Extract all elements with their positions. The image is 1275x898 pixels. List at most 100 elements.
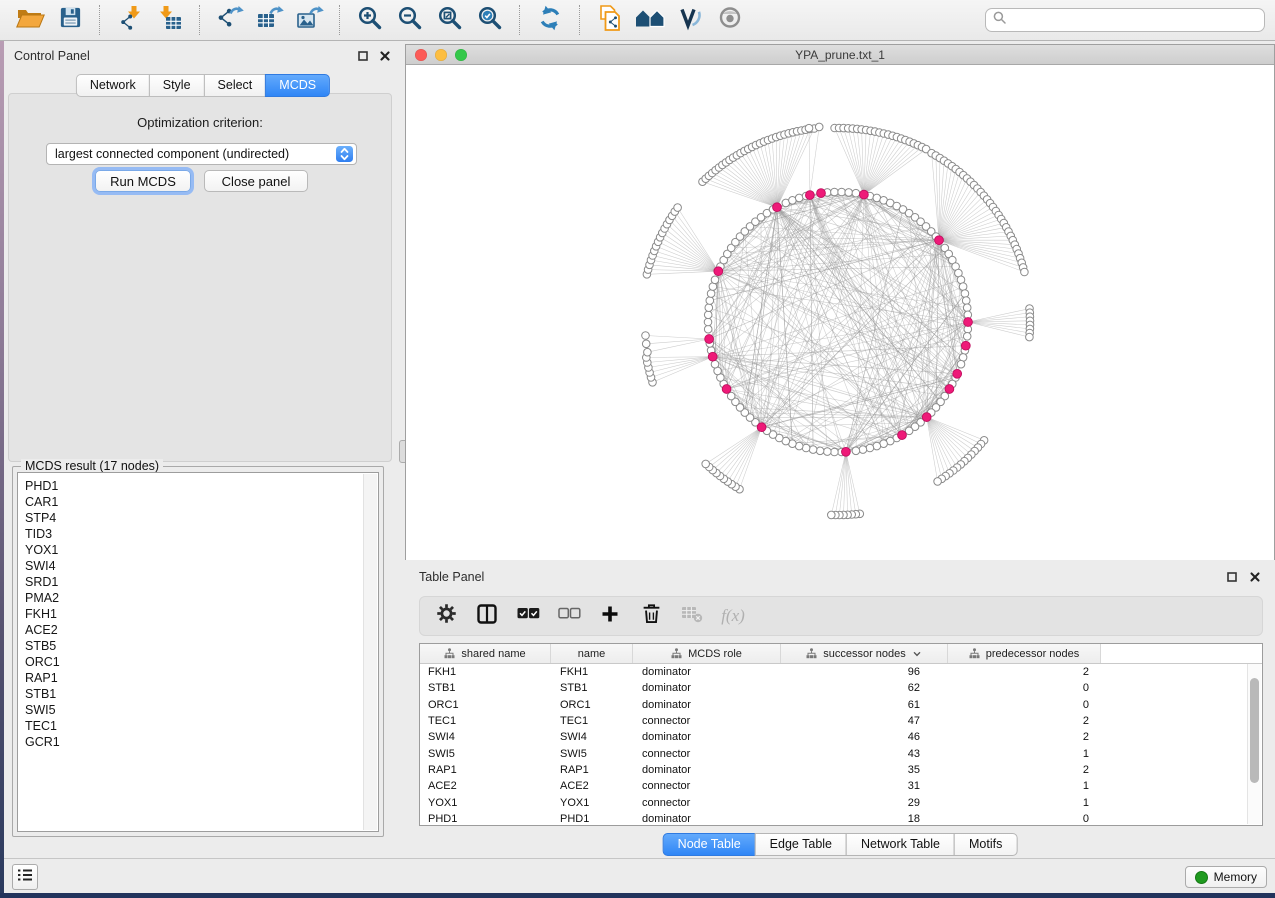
network-node[interactable] — [707, 290, 715, 298]
network-node[interactable] — [1021, 268, 1029, 276]
network-node[interactable] — [831, 448, 839, 456]
network-node[interactable] — [711, 360, 719, 368]
close-panel-button[interactable]: Close panel — [204, 170, 308, 192]
close-panel-icon[interactable] — [1248, 570, 1262, 584]
network-node[interactable] — [816, 447, 824, 455]
run-mcds-button[interactable]: Run MCDS — [95, 170, 191, 192]
table-scrollbar-thumb[interactable] — [1250, 678, 1259, 783]
export-image-button[interactable] — [290, 3, 330, 37]
mcds-hub-node[interactable] — [898, 431, 907, 440]
network-node[interactable] — [815, 123, 823, 131]
table-row[interactable]: STB1STB1dominator620 — [420, 680, 1262, 696]
network-node[interactable] — [642, 340, 650, 348]
network-node[interactable] — [706, 297, 714, 305]
table-row[interactable]: RAP1RAP1dominator352 — [420, 762, 1262, 778]
network-node[interactable] — [838, 188, 846, 196]
search-input[interactable] — [1010, 12, 1257, 28]
network-node[interactable] — [866, 444, 874, 452]
network-node[interactable] — [962, 297, 970, 305]
column-header-successor-nodes[interactable]: successor nodes — [781, 644, 948, 663]
float-panel-icon[interactable] — [356, 49, 370, 63]
add-column-button[interactable] — [598, 604, 622, 628]
column-header-shared-name[interactable]: shared name — [420, 644, 551, 663]
close-panel-icon[interactable] — [378, 49, 392, 63]
mcds-result-item[interactable]: RAP1 — [18, 670, 362, 686]
network-node[interactable] — [852, 447, 860, 455]
network-graph[interactable] — [406, 65, 1274, 560]
network-node[interactable] — [795, 194, 803, 202]
mcds-hub-node[interactable] — [757, 423, 766, 432]
network-node[interactable] — [957, 360, 965, 368]
apply-preferred-layout-button[interactable] — [530, 3, 570, 37]
tab-style[interactable]: Style — [149, 74, 205, 97]
tab-edge-table[interactable]: Edge Table — [755, 833, 847, 856]
network-node[interactable] — [704, 318, 712, 326]
optimization-criterion-select[interactable]: largest connected component (undirected) — [46, 143, 357, 165]
table-row[interactable]: SWI4SWI4dominator462 — [420, 729, 1262, 745]
export-table-button[interactable] — [250, 3, 290, 37]
network-node[interactable] — [644, 348, 652, 356]
mcds-result-item[interactable]: PMA2 — [18, 590, 362, 606]
network-node[interactable] — [704, 325, 712, 333]
mcds-list-scrollbar[interactable] — [363, 474, 377, 830]
mcds-hub-node[interactable] — [961, 341, 970, 350]
table-row[interactable]: SWI5SWI5connector431 — [420, 745, 1262, 761]
network-node[interactable] — [852, 189, 860, 197]
show-graphics-details-button[interactable] — [670, 3, 710, 37]
mcds-hub-node[interactable] — [964, 318, 973, 327]
mcds-result-item[interactable]: STP4 — [18, 510, 362, 526]
table-row[interactable]: YOX1YOX1connector291 — [420, 794, 1262, 810]
open-file-button[interactable] — [10, 3, 50, 37]
export-network-button[interactable] — [210, 3, 250, 37]
zoom-fit-content-button[interactable] — [430, 3, 470, 37]
mcds-result-item[interactable]: ACE2 — [18, 622, 362, 638]
new-network-from-selection-button[interactable] — [590, 3, 630, 37]
function-builder-button[interactable]: f(x) — [721, 604, 745, 628]
mcds-result-item[interactable]: TID3 — [18, 526, 362, 542]
network-node[interactable] — [934, 478, 942, 486]
mcds-hub-node[interactable] — [935, 236, 944, 245]
mcds-hub-node[interactable] — [708, 352, 717, 361]
mcds-hub-node[interactable] — [922, 413, 931, 422]
mcds-hub-node[interactable] — [817, 189, 826, 198]
network-node[interactable] — [873, 442, 881, 450]
mcds-result-item[interactable]: SRD1 — [18, 574, 362, 590]
network-node[interactable] — [1026, 333, 1034, 341]
column-header-predecessor-nodes[interactable]: predecessor nodes — [948, 644, 1101, 663]
select-all-rows-button[interactable] — [516, 604, 540, 628]
mcds-hub-node[interactable] — [945, 385, 954, 394]
column-header-mcds-role[interactable]: MCDS role — [633, 644, 781, 663]
mcds-result-item[interactable]: SWI4 — [18, 558, 362, 574]
search-box[interactable] — [985, 8, 1265, 32]
table-settings-button[interactable] — [434, 604, 458, 628]
network-node[interactable] — [959, 283, 967, 291]
network-node[interactable] — [705, 304, 713, 312]
first-neighbors-button[interactable] — [630, 3, 670, 37]
mcds-hub-node[interactable] — [705, 335, 714, 344]
tab-mcds[interactable]: MCDS — [265, 74, 330, 97]
table-row[interactable]: ACE2ACE2connector311 — [420, 778, 1262, 794]
tab-network-table[interactable]: Network Table — [846, 833, 955, 856]
mcds-result-item[interactable]: CAR1 — [18, 494, 362, 510]
import-network-from-file-button[interactable] — [110, 3, 150, 37]
network-node[interactable] — [704, 311, 712, 319]
column-header-name[interactable]: name — [551, 644, 633, 663]
column-visibility-button[interactable] — [475, 604, 499, 628]
mcds-result-item[interactable]: PHD1 — [18, 478, 362, 494]
zoom-selected-region-button[interactable] — [470, 3, 510, 37]
mcds-result-item[interactable]: TEC1 — [18, 718, 362, 734]
mcds-hub-node[interactable] — [773, 203, 782, 212]
mcds-result-item[interactable]: STB1 — [18, 686, 362, 702]
memory-button[interactable]: Memory — [1185, 866, 1267, 888]
network-node[interactable] — [963, 304, 971, 312]
network-node[interactable] — [711, 276, 719, 284]
network-node[interactable] — [845, 189, 853, 197]
network-canvas[interactable] — [406, 65, 1274, 560]
mcds-result-item[interactable]: GCR1 — [18, 734, 362, 750]
mcds-hub-node[interactable] — [953, 369, 962, 378]
import-table-from-file-button[interactable] — [150, 3, 190, 37]
table-row[interactable]: TEC1TEC1connector472 — [420, 713, 1262, 729]
mcds-result-item[interactable]: ORC1 — [18, 654, 362, 670]
tab-select[interactable]: Select — [204, 74, 267, 97]
task-history-button[interactable] — [12, 864, 38, 890]
